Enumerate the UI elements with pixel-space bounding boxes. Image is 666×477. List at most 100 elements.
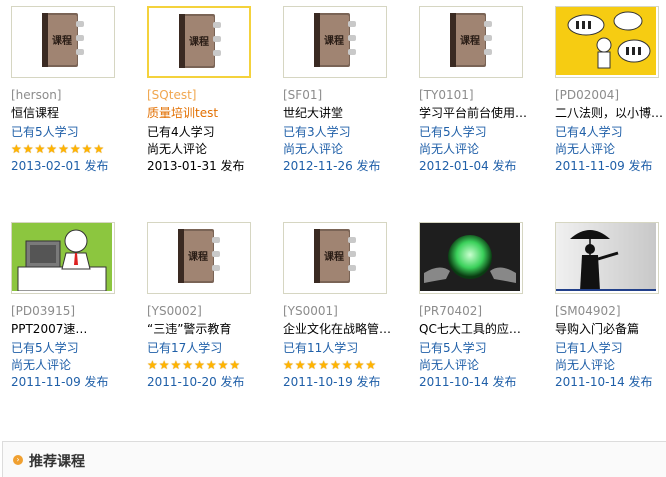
course-thumbnail[interactable]: 课程 [147, 222, 251, 294]
book-icon: 课程 [284, 223, 386, 293]
svg-text:课程: 课程 [324, 250, 344, 263]
book-icon: 课程 [12, 7, 114, 77]
star-icon: ★ [11, 142, 22, 156]
book-icon: 课程 [148, 223, 250, 293]
course-code: [PD03915] [11, 304, 76, 318]
learner-count: 已有5人学习 [419, 125, 487, 139]
review-status: 尚无人评论 [147, 142, 208, 156]
learner-count: 已有5人学习 [11, 125, 79, 139]
course-code: [YS0001] [283, 304, 338, 318]
recommended-courses-header: › 推荐课程 [2, 441, 666, 477]
learner-count: 已有3人学习 [283, 125, 351, 139]
star-icon: ★ [158, 358, 170, 372]
rating-stars: ★ ★ ★ ★ ★ ★ ★ ★ [147, 358, 240, 372]
publish-date: 2012-01-04 发布 [419, 159, 517, 173]
star-icon: ★ [365, 358, 377, 372]
section-title: 推荐课程 [29, 454, 85, 470]
publish-date: 2011-10-20 发布 [147, 375, 245, 389]
star-icon: ★ [170, 358, 182, 372]
review-status: 尚无人评论 [555, 142, 616, 156]
review-status: 尚无人评论 [419, 358, 480, 372]
star-icon: ★ [318, 358, 330, 372]
course-thumbnail[interactable] [11, 222, 115, 294]
umbrella-man-icon [556, 223, 658, 293]
course-title-link[interactable]: “三违”警示教育 [147, 321, 231, 337]
course-thumbnail[interactable]: 课程 [283, 222, 387, 294]
star-icon: ★ [182, 358, 194, 372]
course-title-link[interactable]: 企业文化在战略管… [283, 321, 391, 337]
review-status: 尚无人评论 [419, 142, 480, 156]
publish-date: 2013-02-01 发布 [11, 159, 109, 173]
course-thumbnail[interactable] [555, 6, 659, 78]
star-icon: ★ [294, 358, 306, 372]
star-icon: ★ [283, 358, 294, 372]
rating-stars: ★ ★ ★ ★ ★ ★ ★ ★ [283, 358, 376, 372]
course-title-link[interactable]: 导购入门必备篇 [555, 321, 639, 337]
course-thumbnail[interactable]: 课程 [11, 6, 115, 78]
rating-stars: ★ ★ ★ ★ ★ ★ ★ ★ [11, 142, 104, 156]
star-icon: ★ [330, 358, 341, 372]
publish-date: 2013-01-31 发布 [147, 159, 245, 173]
svg-text:课程: 课程 [324, 34, 344, 47]
star-icon: ★ [81, 142, 93, 156]
course-thumbnail[interactable]: 课程 [419, 6, 523, 78]
course-title-link[interactable]: QC七大工具的应… [419, 321, 521, 337]
publish-date: 2011-10-14 发布 [419, 375, 517, 389]
course-code: [PR70402] [419, 304, 483, 318]
book-icon: 课程 [149, 8, 249, 76]
star-icon: ★ [46, 142, 58, 156]
star-icon: ★ [194, 358, 205, 372]
star-icon: ★ [353, 358, 365, 372]
learner-count: 已有11人学习 [283, 341, 359, 355]
publish-date: 2011-10-19 发布 [283, 375, 381, 389]
star-icon: ★ [306, 358, 318, 372]
course-title-link[interactable]: 恒信课程 [11, 105, 59, 121]
course-thumbnail[interactable]: 课程 [147, 6, 251, 78]
star-icon: ★ [217, 358, 229, 372]
book-icon: 课程 [420, 7, 522, 77]
course-title-link[interactable]: PPT2007速… [11, 321, 87, 337]
learner-count: 已有4人学习 [147, 125, 215, 139]
learner-count: 已有4人学习 [555, 125, 623, 139]
course-code: [SF01] [283, 88, 323, 102]
publish-date: 2011-10-14 发布 [555, 375, 653, 389]
publish-date: 2012-11-26 发布 [283, 159, 381, 173]
star-icon: ★ [147, 358, 158, 372]
svg-text:课程: 课程 [189, 35, 209, 48]
computer-cartoon-icon [12, 223, 114, 293]
svg-text:课程: 课程 [188, 250, 208, 263]
crystal-ball-icon [420, 223, 522, 293]
star-icon: ★ [341, 358, 353, 372]
star-icon: ★ [58, 142, 69, 156]
star-icon: ★ [229, 358, 241, 372]
course-title-link[interactable]: 质量培训test [147, 105, 218, 121]
course-title-link[interactable]: 二八法则，以小博… [555, 105, 663, 121]
course-code: [SM04902] [555, 304, 621, 318]
star-icon: ★ [34, 142, 46, 156]
course-thumbnail[interactable] [555, 222, 659, 294]
course-thumbnail[interactable] [419, 222, 523, 294]
publish-date: 2011-11-09 发布 [11, 375, 109, 389]
course-thumbnail[interactable]: 课程 [283, 6, 387, 78]
people-cartoon-icon [556, 7, 658, 77]
star-icon: ★ [93, 142, 105, 156]
svg-text:课程: 课程 [460, 34, 480, 47]
bullet-arrow-icon: › [13, 455, 23, 465]
course-code: [herson] [11, 88, 62, 102]
book-icon: 课程 [284, 7, 386, 77]
review-status: 尚无人评论 [283, 142, 344, 156]
course-code: [SQtest] [147, 88, 197, 102]
review-status: 尚无人评论 [555, 358, 616, 372]
learner-count: 已有5人学习 [419, 341, 487, 355]
course-title-link[interactable]: 世纪大讲堂 [283, 105, 343, 121]
star-icon: ★ [205, 358, 217, 372]
svg-text:课程: 课程 [52, 34, 72, 47]
learner-count: 已有1人学习 [555, 341, 623, 355]
star-icon: ★ [22, 142, 34, 156]
course-title-link[interactable]: 学习平台前台使用… [419, 105, 527, 121]
star-icon: ★ [69, 142, 81, 156]
publish-date: 2011-11-09 发布 [555, 159, 653, 173]
course-code: [YS0002] [147, 304, 202, 318]
course-code: [PD02004] [555, 88, 620, 102]
learner-count: 已有17人学习 [147, 341, 223, 355]
